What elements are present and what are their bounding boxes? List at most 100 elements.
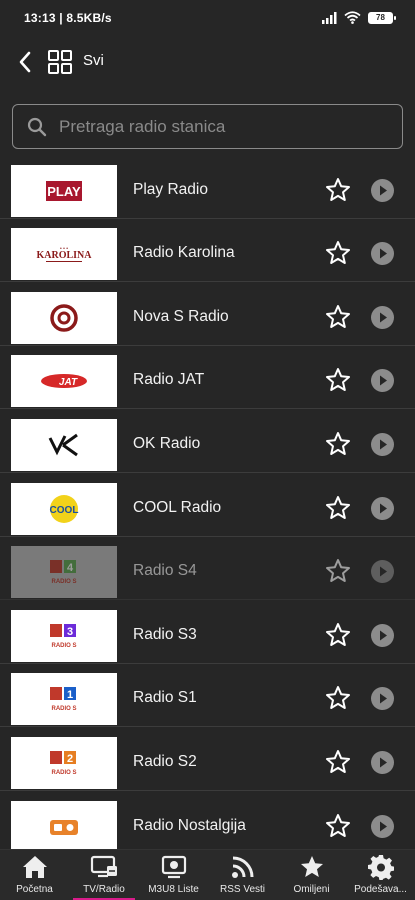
play-icon[interactable] (371, 433, 394, 456)
nav-label: Omiljeni (293, 884, 330, 895)
gear-icon (367, 855, 394, 880)
favorite-star-icon[interactable] (325, 367, 351, 393)
search-box[interactable] (12, 104, 403, 149)
svg-text:3: 3 (67, 626, 73, 638)
play-icon[interactable] (371, 624, 394, 647)
play-icon[interactable] (371, 497, 394, 520)
favorite-star-icon[interactable] (325, 495, 351, 521)
favorite-star-icon[interactable] (325, 431, 351, 457)
station-name: Radio Nostalgija (133, 817, 246, 834)
nav-label: Početna (16, 884, 53, 895)
search-input[interactable] (59, 113, 389, 141)
station-logo-cool: COOL (11, 483, 117, 535)
station-name: Radio Karolina (133, 244, 235, 261)
nav-label: RSS Vesti (219, 884, 266, 895)
play-icon[interactable] (371, 560, 394, 583)
station-name: Nova S Radio (133, 308, 229, 325)
grid-icon (48, 50, 72, 74)
favorite-star-icon[interactable] (325, 304, 351, 330)
play-icon[interactable] (371, 687, 394, 710)
station-row[interactable]: 1 RADIO S Radio S1 (0, 669, 415, 727)
nav-tv-radio[interactable]: TV/Radio (69, 850, 139, 900)
svg-text:PLAY: PLAY (47, 184, 81, 199)
svg-text:COOL: COOL (50, 505, 79, 516)
nav-m3u8[interactable]: M3U8 Liste (139, 850, 208, 900)
station-name: OK Radio (133, 435, 201, 452)
station-row[interactable]: 3 RADIO S Radio S3 (0, 606, 415, 664)
signal-icon (322, 11, 337, 24)
bottom-navigation: Početna TV/Radio M3U8 Liste RSS Vesti Om… (0, 849, 415, 900)
category-label[interactable]: Svi (83, 52, 104, 69)
station-logo-s1: 1 RADIO S (11, 673, 117, 725)
svg-text:2: 2 (67, 753, 73, 765)
station-row[interactable]: PLAY Play Radio (0, 161, 415, 219)
station-name: Radio JAT (133, 371, 205, 388)
nav-rss[interactable]: RSS Vesti (208, 850, 277, 900)
nav-label: TV/Radio (83, 884, 125, 895)
station-row[interactable]: JAT Radio JAT (0, 351, 415, 409)
station-name: Radio S2 (133, 753, 197, 770)
favorite-star-icon[interactable] (325, 749, 351, 775)
station-name: Radio S1 (133, 689, 197, 706)
station-name: COOL Radio (133, 499, 222, 516)
station-row[interactable]: Nova S Radio (0, 288, 415, 346)
station-logo-nova-s (11, 292, 117, 344)
battery-icon: 78 (368, 11, 396, 24)
star-icon (300, 856, 323, 877)
tv-radio-icon (90, 855, 117, 878)
favorite-star-icon[interactable] (325, 622, 351, 648)
play-icon[interactable] (371, 815, 394, 838)
station-logo-jat: JAT (11, 355, 117, 407)
svg-text:RADIO S: RADIO S (51, 706, 76, 712)
nav-favorites[interactable]: Omiljeni (277, 850, 346, 900)
nav-label: Podešava... (354, 884, 407, 895)
nav-settings[interactable]: Podešava... (346, 850, 415, 900)
station-row[interactable]: Radio Nostalgija (0, 797, 415, 849)
favorite-star-icon[interactable] (325, 240, 351, 266)
station-row[interactable]: • • • KAROLINA Radio Karolina (0, 224, 415, 282)
station-logo-karolina: • • • KAROLINA (11, 228, 117, 280)
station-row[interactable]: COOL COOL Radio (0, 479, 415, 537)
station-logo-ok (11, 419, 117, 471)
favorite-star-icon[interactable] (325, 685, 351, 711)
nav-label: M3U8 Liste (148, 884, 199, 895)
favorite-star-icon[interactable] (325, 558, 351, 584)
play-icon[interactable] (371, 242, 394, 265)
play-icon[interactable] (371, 306, 394, 329)
chevron-left-icon (19, 51, 31, 73)
play-icon[interactable] (371, 179, 394, 202)
svg-text:KAROLINA: KAROLINA (36, 250, 92, 261)
station-name: Radio S3 (133, 626, 197, 643)
home-icon (22, 856, 47, 878)
search-icon (27, 117, 47, 137)
station-row[interactable]: 2 RADIO S Radio S2 (0, 733, 415, 791)
back-button[interactable] (12, 48, 38, 76)
svg-text:JAT: JAT (59, 377, 78, 388)
nav-home[interactable]: Početna (0, 850, 69, 900)
favorite-star-icon[interactable] (325, 177, 351, 203)
top-bar: Svi (0, 40, 415, 84)
station-logo-s3: 3 RADIO S (11, 610, 117, 662)
station-logo-nostalgija (11, 801, 117, 849)
station-name: Play Radio (133, 181, 208, 198)
station-list: PLAY Play Radio • • • KAROLINA Radio Karo… (0, 161, 415, 849)
wifi-icon (344, 11, 361, 24)
station-logo-s4: 4 RADIO S (11, 546, 117, 598)
station-logo-s2: 2 RADIO S (11, 737, 117, 789)
station-row[interactable]: 4 RADIO S Radio S4 (0, 542, 415, 600)
status-icons: 78 (322, 11, 396, 24)
favorite-star-icon[interactable] (325, 813, 351, 839)
play-icon[interactable] (371, 751, 394, 774)
status-time-speed: 13:13 | 8.5KB/s (24, 11, 112, 25)
rss-icon (231, 856, 253, 878)
station-logo-play: PLAY (11, 165, 117, 217)
station-name: Radio S4 (133, 562, 197, 579)
category-grid-button[interactable] (46, 48, 74, 76)
station-row[interactable]: OK Radio (0, 415, 415, 473)
status-bar: 13:13 | 8.5KB/s 78 (0, 0, 415, 36)
play-icon[interactable] (371, 369, 394, 392)
svg-text:RADIO S: RADIO S (51, 770, 76, 776)
svg-text:RADIO S: RADIO S (51, 579, 76, 585)
svg-text:1: 1 (67, 689, 73, 701)
m3u8-list-icon (161, 855, 186, 879)
